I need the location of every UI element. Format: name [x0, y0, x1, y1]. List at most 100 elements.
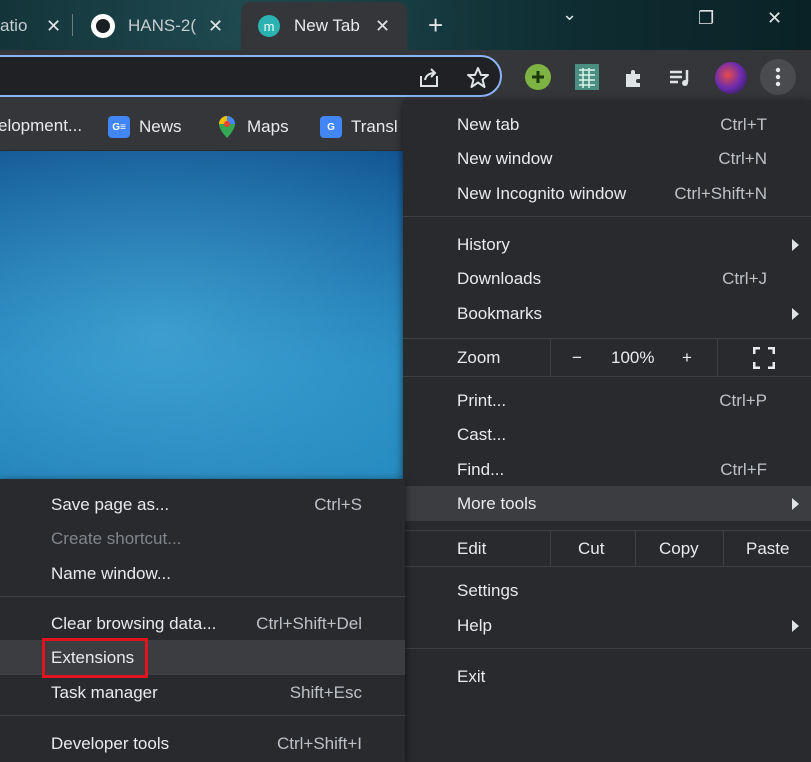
zoom-out-button[interactable]: −	[572, 348, 582, 368]
menu-item-label: New tab	[457, 114, 520, 134]
menu-shortcut: Shift+Esc	[289, 682, 362, 702]
new-tab-plus-icon[interactable]: +	[428, 12, 443, 38]
menu-shortcut: Ctrl+Shift+Del	[256, 613, 362, 633]
menu-item-label: Settings	[457, 580, 519, 600]
menu-separator	[403, 648, 811, 649]
tab-divider	[72, 14, 73, 36]
bookmark-development[interactable]: elopment...	[0, 116, 82, 136]
menu-separator	[0, 715, 405, 716]
more-tools-submenu: Save page as... Ctrl+S Create shortcut..…	[0, 479, 405, 762]
menu-shortcut: Ctrl+P	[719, 390, 767, 410]
tab-2[interactable]: HANS-2( ✕	[78, 2, 238, 50]
menu-item-label: New Incognito window	[457, 183, 627, 203]
menu-item-label: Downloads	[457, 268, 542, 288]
menu-settings[interactable]: Settings	[403, 573, 811, 608]
profile-avatar[interactable]	[715, 62, 747, 94]
bookmark-star-icon[interactable]	[464, 65, 492, 91]
zoom-in-button[interactable]: +	[682, 348, 692, 368]
tab-new-tab[interactable]: m New Tab ✕	[241, 2, 407, 50]
tab-1[interactable]: atio ✕	[0, 2, 72, 50]
menu-downloads[interactable]: Downloads Ctrl+J	[403, 261, 811, 296]
sheets-extension-icon[interactable]	[575, 64, 599, 90]
extension-plus-icon[interactable]	[525, 64, 551, 90]
menu-shortcut: Ctrl+Shift+N	[674, 183, 767, 203]
menu-item-label: Create shortcut...	[51, 528, 182, 548]
menu-shortcut: Ctrl+T	[720, 114, 767, 134]
menu-separator	[403, 216, 811, 217]
menu-exit[interactable]: Exit	[403, 659, 811, 694]
tab-favicon-icon: m	[258, 15, 280, 37]
cut-button[interactable]: Cut	[578, 539, 604, 559]
tab-close-icon[interactable]: ✕	[375, 16, 390, 37]
menu-item-label: Find...	[457, 459, 505, 479]
menu-cast[interactable]: Cast...	[403, 417, 811, 452]
tab-close-icon[interactable]: ✕	[208, 16, 223, 37]
submenu-arrow-icon	[792, 619, 799, 632]
chrome-main-menu: New tab Ctrl+T New window Ctrl+N New Inc…	[403, 100, 811, 762]
google-translate-icon: G	[320, 116, 342, 138]
menu-item-label: Bookmarks	[457, 303, 543, 323]
zoom-divider	[550, 339, 551, 376]
edit-divider	[723, 530, 724, 566]
menu-shortcut: Ctrl+N	[718, 148, 767, 168]
share-icon[interactable]	[416, 66, 442, 90]
zoom-level: 100%	[611, 347, 655, 367]
submenu-arrow-icon	[792, 307, 799, 320]
menu-item-label: Edit	[457, 538, 487, 558]
close-window-icon[interactable]: ✕	[767, 8, 782, 29]
menu-bookmarks[interactable]: Bookmarks	[403, 296, 811, 331]
menu-separator	[403, 566, 811, 567]
menu-history[interactable]: History	[403, 227, 811, 262]
menu-task-manager[interactable]: Task manager Shift+Esc	[0, 675, 405, 710]
menu-print[interactable]: Print... Ctrl+P	[403, 383, 811, 418]
extensions-highlight-box	[42, 638, 148, 678]
bookmark-label: Maps	[247, 117, 289, 136]
menu-item-label: History	[457, 234, 510, 254]
bookmark-maps[interactable]: Maps	[216, 116, 289, 138]
tab-title: HANS-2(	[128, 16, 197, 35]
menu-find[interactable]: Find... Ctrl+F	[403, 452, 811, 487]
menu-clear-browsing-data[interactable]: Clear browsing data... Ctrl+Shift+Del	[0, 606, 405, 641]
menu-new-tab[interactable]: New tab Ctrl+T	[403, 107, 811, 142]
bookmark-label: elopment...	[0, 116, 83, 135]
menu-item-label: Exit	[457, 666, 486, 686]
bookmark-translate[interactable]: G Transl	[320, 116, 398, 138]
menu-shortcut: Ctrl+J	[722, 268, 767, 288]
menu-shortcut: Ctrl+Shift+I	[276, 733, 362, 753]
bookmark-label: News	[139, 117, 182, 136]
submenu-arrow-icon	[792, 238, 799, 251]
tab-search-chevron-icon[interactable]: ⌄	[562, 4, 577, 25]
menu-item-label: New window	[457, 148, 553, 168]
paste-button[interactable]: Paste	[746, 539, 789, 559]
edit-divider	[550, 530, 551, 566]
media-controls-icon[interactable]	[668, 65, 694, 91]
tab-close-icon[interactable]: ✕	[46, 16, 61, 37]
github-icon	[91, 14, 115, 38]
menu-shortcut: Ctrl+F	[720, 459, 767, 479]
menu-item-label: Cast...	[457, 424, 507, 444]
menu-item-label: More tools	[457, 493, 537, 513]
menu-help[interactable]: Help	[403, 608, 811, 643]
extensions-puzzle-icon[interactable]	[621, 65, 647, 91]
menu-create-shortcut: Create shortcut...	[0, 521, 405, 556]
submenu-arrow-icon	[792, 497, 799, 510]
menu-item-label: Print...	[457, 390, 507, 410]
menu-more-tools[interactable]: More tools	[403, 486, 811, 521]
menu-save-page-as[interactable]: Save page as... Ctrl+S	[0, 487, 405, 522]
menu-new-incognito-window[interactable]: New Incognito window Ctrl+Shift+N	[403, 176, 811, 211]
menu-separator	[403, 376, 811, 377]
menu-developer-tools[interactable]: Developer tools Ctrl+Shift+I	[0, 726, 405, 761]
chrome-menu-kebab-icon[interactable]	[760, 59, 796, 95]
menu-item-label: Name window...	[51, 563, 171, 583]
edit-divider	[635, 530, 636, 566]
menu-edit: Edit Cut Copy Paste	[403, 531, 811, 566]
menu-item-label: Developer tools	[51, 733, 170, 753]
bookmark-news[interactable]: G≡ News	[108, 116, 182, 138]
fullscreen-icon[interactable]	[752, 346, 776, 374]
menu-new-window[interactable]: New window Ctrl+N	[403, 141, 811, 176]
menu-item-label: Zoom	[457, 347, 501, 367]
menu-item-label: Save page as...	[51, 494, 170, 514]
copy-button[interactable]: Copy	[659, 539, 699, 559]
menu-name-window[interactable]: Name window...	[0, 556, 405, 591]
restore-window-icon[interactable]: ❐	[698, 8, 714, 29]
